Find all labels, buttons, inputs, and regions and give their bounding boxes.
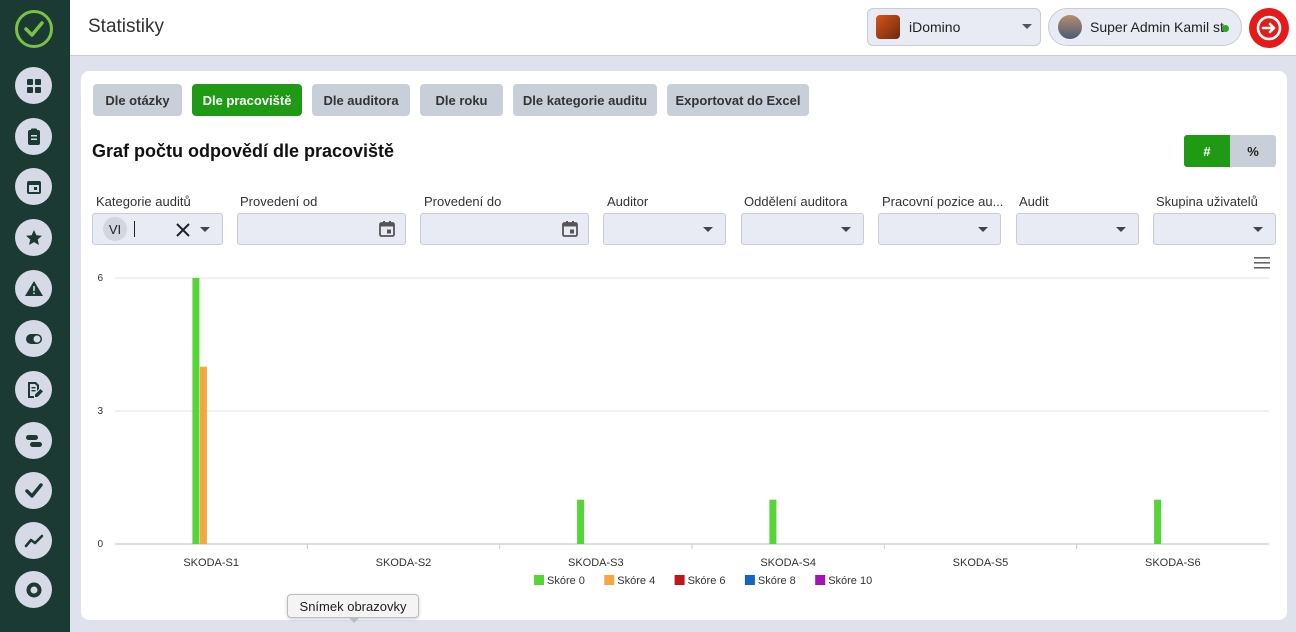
toggle-percent-button[interactable]: %	[1230, 135, 1276, 167]
legend-label: Skóre 4	[617, 575, 655, 587]
tab-by-question[interactable]: Dle otázky	[93, 84, 182, 116]
trend-icon[interactable]	[15, 522, 52, 559]
category-chip[interactable]: VI	[103, 217, 127, 241]
edit-document-icon[interactable]	[15, 371, 52, 408]
legend-swatch	[534, 575, 544, 585]
tab-by-year[interactable]: Dle roku	[420, 84, 503, 116]
filter-audit-select[interactable]	[1016, 213, 1139, 245]
timeline-icon[interactable]	[15, 422, 52, 459]
user-name: Super Admin Kamil st.	[1090, 19, 1228, 35]
filter-department-select[interactable]	[741, 213, 864, 245]
tab-by-auditor[interactable]: Dle auditora	[312, 84, 410, 116]
chevron-down-icon	[1022, 24, 1032, 29]
check-icon[interactable]	[15, 472, 52, 509]
app-logo-icon[interactable]	[15, 10, 53, 48]
bar-chart: 0 3 6 SKODA-S1 SKODA-S2 SKODA-S3 SKODA-S4 SKODA…	[97, 273, 1269, 587]
filter-date-to-input[interactable]	[420, 213, 589, 245]
bar	[199, 366, 207, 544]
close-icon[interactable]	[175, 222, 191, 238]
online-status-dot	[1222, 25, 1229, 32]
x-tick-label: SKODA-S3	[568, 557, 624, 569]
toggle-icon[interactable]	[15, 320, 52, 357]
company-logo-icon	[876, 15, 900, 39]
calendar-icon[interactable]	[15, 168, 52, 205]
legend-label: Skóre 10	[828, 575, 872, 587]
page-title: Statistiky	[88, 16, 165, 37]
legend-label: Skóre 6	[688, 575, 726, 587]
bar	[192, 278, 200, 544]
filter-auditor-label: Auditor	[607, 194, 649, 209]
dashboard-icon[interactable]	[15, 67, 52, 104]
legend-swatch	[604, 575, 615, 585]
star-icon[interactable]	[15, 219, 52, 256]
sidebar	[0, 0, 70, 632]
legend-swatch	[744, 575, 755, 585]
toggle-count-button[interactable]: #	[1184, 135, 1230, 167]
text-cursor	[134, 221, 135, 237]
x-tick-label: SKODA-S2	[376, 557, 432, 569]
bar	[577, 499, 585, 544]
filter-department-label: Oddělení auditora	[744, 194, 848, 209]
filter-user-group-select[interactable]	[1153, 213, 1276, 245]
filter-category-select[interactable]: VI	[92, 213, 223, 245]
export-excel-button[interactable]: Exportovat do Excel	[667, 84, 809, 116]
x-tick-label: SKODA-S1	[183, 557, 239, 569]
tab-by-workplace[interactable]: Dle pracoviště	[192, 84, 302, 116]
y-tick-label: 6	[97, 273, 103, 284]
bar	[1154, 499, 1162, 544]
filter-date-from-label: Provedení od	[240, 194, 318, 209]
tab-by-audit-category[interactable]: Dle kategorie auditu	[513, 84, 657, 116]
filter-date-from-input[interactable]	[237, 213, 406, 245]
legend-swatch	[674, 575, 685, 585]
y-tick-label: 0	[97, 539, 103, 550]
filter-audit-label: Audit	[1019, 194, 1049, 209]
chevron-down-icon	[841, 227, 851, 232]
top-header: Statistiky iDomino Super Admin Kamil st.	[70, 0, 1296, 56]
statistics-card: Dle otázky Dle pracoviště Dle auditora D…	[81, 71, 1287, 620]
filter-position-select[interactable]	[878, 213, 1001, 245]
x-tick-label: SKODA-S5	[953, 557, 1009, 569]
calendar-icon[interactable]	[378, 220, 396, 238]
logout-button[interactable]	[1249, 8, 1289, 48]
company-name: iDomino	[909, 19, 961, 35]
clipboard-icon[interactable]	[15, 118, 52, 155]
legend-label: Skóre 0	[547, 575, 585, 587]
filter-date-to-label: Provedení do	[424, 194, 502, 209]
tooltip: Snímek obrazovky	[287, 594, 419, 623]
filter-user-group-label: Skupina uživatelů	[1156, 194, 1258, 209]
user-menu[interactable]: Super Admin Kamil st.	[1048, 8, 1242, 46]
y-tick-label: 3	[97, 406, 103, 417]
filter-category-label: Kategorie auditů	[96, 194, 191, 209]
x-tick-label: SKODA-S6	[1145, 557, 1201, 569]
chevron-down-icon	[1116, 227, 1126, 232]
warning-icon[interactable]	[15, 270, 52, 307]
bar	[769, 499, 777, 544]
legend-swatch	[815, 575, 826, 585]
chevron-down-icon	[978, 227, 988, 232]
filter-auditor-select[interactable]	[603, 213, 726, 245]
chevron-down-icon	[703, 227, 713, 232]
logout-icon	[1256, 15, 1282, 41]
chevron-down-icon	[1253, 227, 1263, 232]
settings-icon[interactable]	[15, 571, 52, 608]
calendar-icon[interactable]	[561, 220, 579, 238]
company-select[interactable]: iDomino	[867, 8, 1041, 46]
chevron-down-icon[interactable]	[200, 227, 210, 232]
avatar	[1058, 15, 1082, 39]
legend-label: Skóre 8	[758, 575, 796, 587]
chart-title: Graf počtu odpovědí dle pracoviště	[92, 141, 395, 161]
filter-position-label: Pracovní pozice au...	[882, 194, 1004, 209]
x-tick-label: SKODA-S4	[760, 557, 816, 569]
